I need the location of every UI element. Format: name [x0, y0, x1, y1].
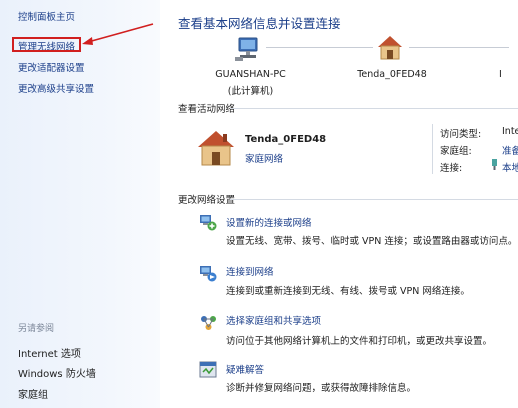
task-troubleshoot-desc: 诊断并修复网络问题，或获得故障排除信息。 — [226, 383, 417, 394]
homegroup-sharing-icon — [201, 316, 216, 330]
new-connection-icon — [200, 215, 217, 231]
task-homegroup-sharing-desc: 访问位于其他网络计算机上的文件和打印机，或更改共享设置。 — [226, 336, 493, 347]
map-internet-label: I — [499, 69, 502, 80]
home-network-icon[interactable] — [376, 34, 404, 62]
see-also-internet-options[interactable]: Internet 选项 — [18, 345, 81, 360]
change-settings-heading: 更改网络设置 — [178, 195, 236, 206]
connection-line — [266, 47, 373, 48]
access-type-value: Internet — [502, 126, 518, 137]
annotation-highlight-box — [12, 37, 81, 52]
access-type-label: 访问类型: — [440, 129, 482, 140]
homegroup-value-link[interactable]: 准备创建 — [502, 143, 518, 157]
task-setup-new-connection-desc: 设置无线、宽带、拨号、临时或 VPN 连接；或设置路由器或访问点。 — [226, 236, 518, 247]
section-divider — [230, 108, 518, 109]
see-also-windows-firewall[interactable]: Windows 防火墙 — [18, 365, 96, 380]
homegroup-label: 家庭组: — [440, 146, 472, 157]
sidebar-item-change-advanced-sharing[interactable]: 更改高级共享设置 — [18, 81, 94, 95]
main-content: 查看基本网络信息并设置连接 GUANSHAN-PC (此计算机) Tenda_0… — [160, 0, 518, 408]
connection-value-link[interactable]: 本地连接 — [502, 160, 518, 174]
home-network-icon — [198, 131, 234, 166]
active-network-name: Tenda_0FED48 — [245, 134, 327, 145]
task-troubleshoot-link[interactable]: 疑难解答 — [226, 362, 264, 376]
page-title: 查看基本网络信息并设置连接 — [178, 16, 341, 31]
computer-subtitle: (此计算机) — [227, 86, 274, 97]
active-networks-heading: 查看活动网络 — [178, 104, 236, 115]
troubleshoot-icon — [199, 361, 217, 378]
task-homegroup-sharing-link[interactable]: 选择家庭组和共享选项 — [226, 313, 321, 327]
task-setup-new-connection-link[interactable]: 设置新的连接或网络 — [226, 215, 312, 229]
active-network-type-link[interactable]: 家庭网络 — [245, 151, 283, 165]
connect-to-network-icon — [200, 266, 217, 282]
see-also-homegroup[interactable]: 家庭组 — [18, 386, 48, 401]
connection-label: 连接: — [440, 163, 463, 174]
ethernet-icon — [492, 159, 497, 170]
computer-icon[interactable] — [234, 36, 262, 62]
task-connect-network-desc: 连接到或重新连接到无线、有线、拨号或 VPN 网络连接。 — [226, 286, 470, 297]
vertical-divider — [432, 124, 433, 174]
sidebar-item-control-panel-home[interactable]: 控制面板主页 — [18, 9, 75, 23]
section-divider — [230, 199, 518, 200]
see-also-heading: 另请参阅 — [18, 324, 55, 334]
annotation-arrow-icon — [82, 23, 154, 45]
sidebar-item-change-adapter-settings[interactable]: 更改适配器设置 — [18, 60, 85, 74]
map-network-name: Tenda_0FED48 — [357, 69, 427, 80]
computer-name: GUANSHAN-PC — [215, 69, 286, 80]
connection-line — [409, 47, 509, 48]
left-navigation-pane: 控制面板主页 管理无线网络 更改适配器设置 更改高级共享设置 另请参阅 Inte… — [0, 0, 160, 408]
task-connect-network-link[interactable]: 连接到网络 — [226, 264, 274, 278]
